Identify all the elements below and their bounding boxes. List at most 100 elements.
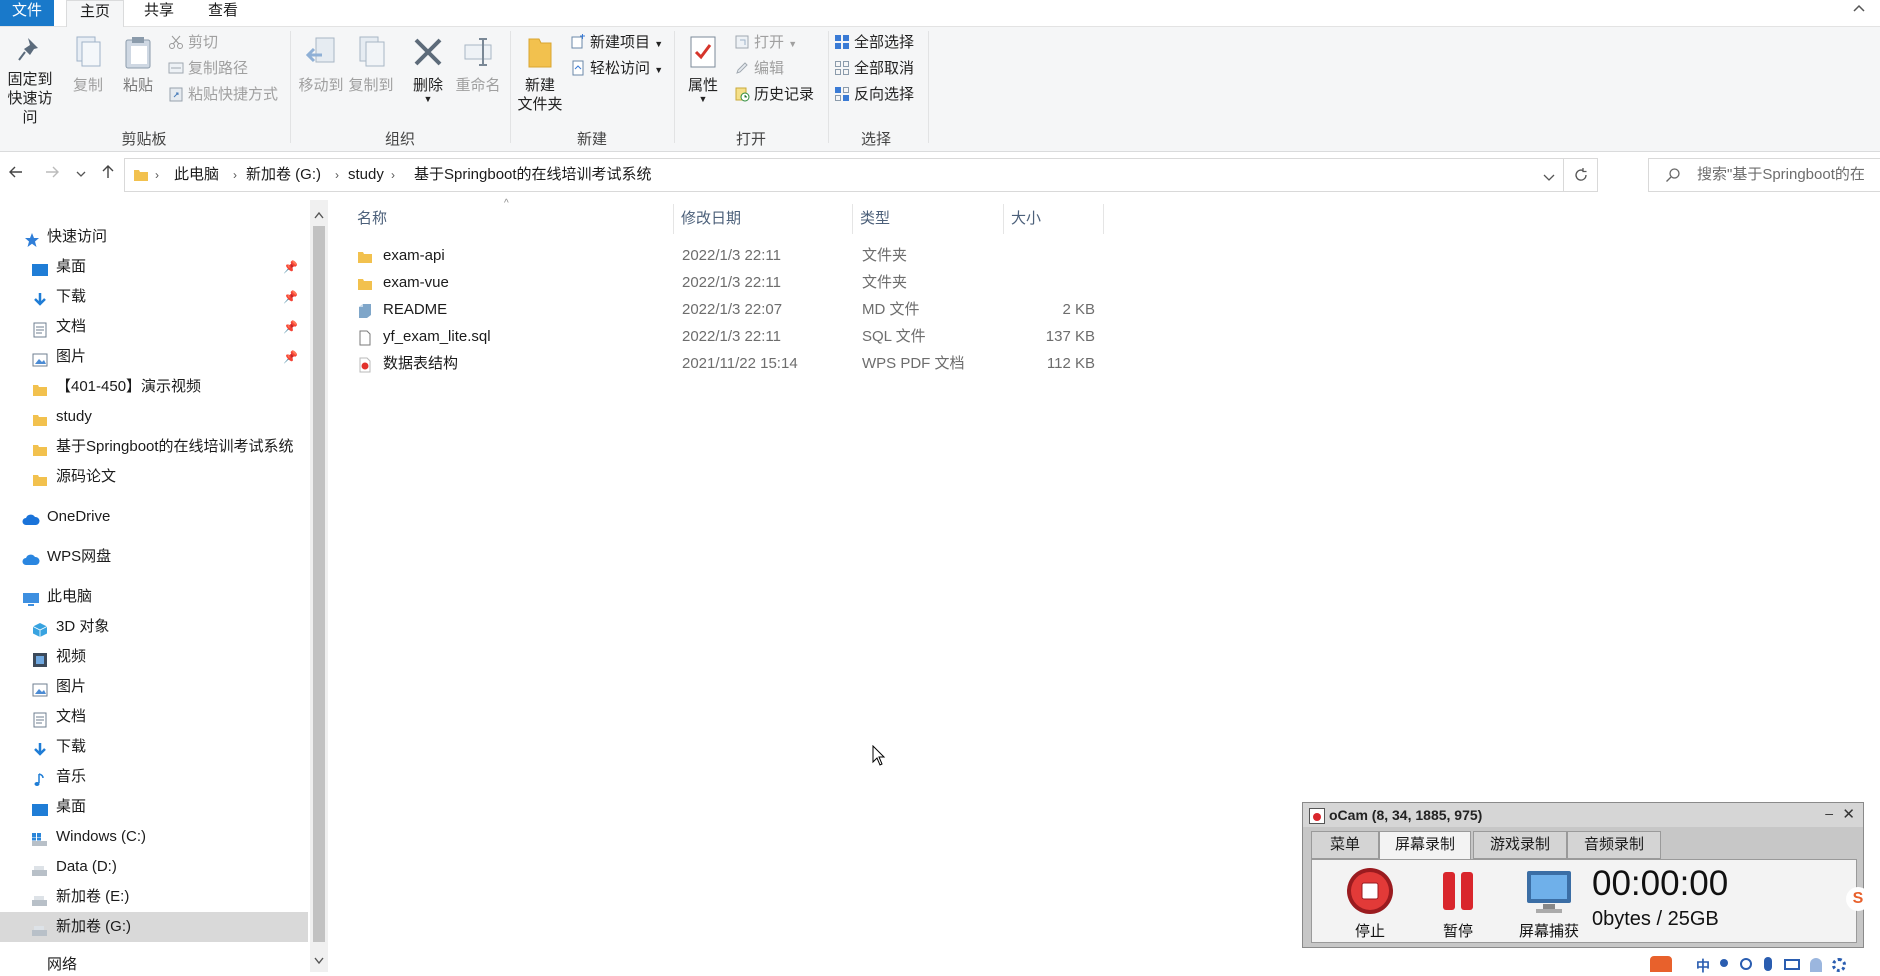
easy-access-button[interactable]: 轻松访问 ▼ (570, 58, 663, 80)
tab-file[interactable]: 文件 (0, 0, 54, 26)
column-divider[interactable] (1003, 204, 1004, 234)
copy-path-button[interactable]: 复制路径 (168, 58, 248, 80)
column-header-type[interactable]: 类型 (860, 208, 890, 230)
keyboard-icon[interactable] (1784, 959, 1800, 970)
history-button[interactable]: 历史记录 (734, 84, 814, 106)
tab-share[interactable]: 共享 (134, 0, 184, 26)
breadcrumb-drive-g[interactable]: 新加卷 (G:) (246, 159, 321, 191)
edit-button[interactable]: 编辑 (734, 58, 784, 80)
file-row[interactable]: yf_exam_lite.sql 2022/1/3 22:11 SQL 文件 1… (352, 323, 1102, 350)
scroll-down-icon[interactable] (314, 952, 324, 969)
pause-button[interactable]: 暂停 (1428, 866, 1488, 941)
copy-to-button[interactable]: 复制到 (346, 35, 396, 95)
nav-documents[interactable]: 文档 (0, 702, 308, 732)
settings-gear-icon[interactable] (1832, 958, 1846, 972)
nav-pictures[interactable]: 图片 (0, 672, 308, 702)
column-header-size[interactable]: 大小 (1011, 208, 1041, 230)
close-icon[interactable]: ✕ (1842, 805, 1855, 823)
breadcrumb-current-folder[interactable]: 基于Springboot的在线培训考试系统 (414, 159, 652, 191)
select-none-button[interactable]: 全部取消 (834, 58, 914, 80)
recent-locations-button[interactable] (74, 164, 88, 186)
scroll-up-icon[interactable] (314, 206, 324, 223)
ocam-tab-game-record[interactable]: 游戏录制 (1473, 831, 1567, 859)
cut-button[interactable]: 剪切 (168, 32, 218, 54)
minimize-icon[interactable]: – (1825, 805, 1833, 821)
pin-icon[interactable]: 📌 (283, 282, 298, 312)
nav-folder-demo-videos[interactable]: 【401-450】演示视频 (0, 372, 308, 402)
nav-quick-pictures[interactable]: 图片 📌 (0, 342, 308, 372)
paste-button[interactable]: 粘贴 (118, 35, 158, 95)
move-to-button[interactable]: 移动到 (296, 35, 346, 95)
tab-home[interactable]: 主页 (66, 0, 124, 27)
copy-button[interactable]: 复制 (68, 35, 108, 95)
nav-downloads[interactable]: 下载 (0, 732, 308, 762)
nav-wps-drive[interactable]: WPS网盘 (0, 542, 308, 572)
nav-drive-c[interactable]: Windows (C:) (0, 822, 308, 852)
ime-floating-icon[interactable]: S (1846, 887, 1870, 911)
nav-onedrive[interactable]: OneDrive (0, 502, 308, 532)
paste-shortcut-button[interactable]: 粘贴快捷方式 (168, 84, 278, 106)
ocam-tab-audio-record[interactable]: 音频录制 (1567, 831, 1661, 859)
nav-drive-e[interactable]: 新加卷 (E:) (0, 882, 308, 912)
pin-icon[interactable]: 📌 (283, 312, 298, 342)
screen-capture-button[interactable]: 屏幕捕获 (1514, 866, 1584, 941)
column-header-name[interactable]: 名称 (357, 208, 387, 230)
breadcrumb-this-pc[interactable]: 此电脑 (174, 159, 219, 191)
column-divider[interactable] (852, 204, 853, 234)
column-divider[interactable] (1103, 204, 1104, 234)
nav-quick-documents[interactable]: 文档 📌 (0, 312, 308, 342)
back-button[interactable] (6, 164, 26, 186)
invert-selection-button[interactable]: 反向选择 (834, 84, 914, 106)
sogou-logo-icon[interactable] (1650, 956, 1672, 972)
nav-videos[interactable]: 视频 (0, 642, 308, 672)
file-row[interactable]: README 2022/1/3 22:07 MD 文件 2 KB (352, 296, 1102, 323)
delete-dropdown-icon[interactable]: ▼ (406, 95, 450, 104)
ocam-tab-menu[interactable]: 菜单 (1311, 831, 1379, 859)
pin-icon[interactable]: 📌 (283, 252, 298, 282)
nav-desktop[interactable]: 桌面 (0, 792, 308, 822)
nav-drive-d[interactable]: Data (D:) (0, 852, 308, 882)
nav-quick-downloads[interactable]: 下载 📌 (0, 282, 308, 312)
scroll-thumb[interactable] (313, 226, 325, 942)
nav-drive-g[interactable]: 新加卷 (G:) (0, 912, 308, 942)
search-box[interactable]: 搜索"基于Springboot的在 (1648, 158, 1880, 192)
nav-quick-desktop[interactable]: 桌面 📌 (0, 252, 308, 282)
nav-music[interactable]: 音乐 (0, 762, 308, 792)
file-row[interactable]: exam-vue 2022/1/3 22:11 文件夹 (352, 269, 1102, 296)
properties-dropdown-icon[interactable]: ▼ (680, 95, 726, 104)
stop-button[interactable]: 停止 (1340, 866, 1400, 941)
nav-network[interactable]: 网络 (0, 952, 308, 972)
nav-this-pc[interactable]: 此电脑 (0, 582, 308, 612)
emoji-icon[interactable] (1740, 958, 1752, 970)
nav-folder-study[interactable]: study (0, 402, 308, 432)
address-bar[interactable]: › 此电脑 › 新加卷 (G:) › study › 基于Springboot的… (124, 158, 1598, 192)
pin-icon[interactable]: 📌 (283, 342, 298, 372)
tab-view[interactable]: 查看 (198, 0, 248, 26)
nav-quick-access[interactable]: 快速访问 (0, 222, 308, 252)
nav-3d-objects[interactable]: 3D 对象 (0, 612, 308, 642)
nav-scrollbar[interactable] (310, 200, 328, 972)
up-button[interactable] (98, 164, 118, 186)
punctuation-icon[interactable] (1720, 959, 1728, 967)
pin-quick-access-button[interactable]: 固定到 快速访问 (2, 35, 58, 127)
new-item-button[interactable]: 新建项目 ▼ (570, 32, 663, 54)
address-history-dropdown[interactable] (1543, 170, 1555, 187)
file-row[interactable]: 数据表结构 2021/11/22 15:14 WPS PDF 文档 112 KB (352, 350, 1102, 377)
refresh-button[interactable] (1573, 167, 1589, 187)
ocam-tab-screen-record[interactable]: 屏幕录制 (1379, 831, 1471, 860)
column-divider[interactable] (673, 204, 674, 234)
column-header-date[interactable]: 修改日期 (681, 208, 741, 230)
open-button[interactable]: 打开 ▼ (734, 32, 797, 54)
microphone-icon[interactable] (1764, 957, 1772, 971)
nav-folder-source-papers[interactable]: 源码论文 (0, 462, 308, 492)
select-all-button[interactable]: 全部选择 (834, 32, 914, 54)
forward-button[interactable] (42, 164, 62, 186)
file-row[interactable]: exam-api 2022/1/3 22:11 文件夹 (352, 242, 1102, 269)
rename-button[interactable]: 重命名 (452, 35, 504, 95)
nav-folder-exam-system[interactable]: 基于Springboot的在线培训考试系统 (0, 432, 308, 462)
collapse-ribbon-icon[interactable] (1852, 2, 1866, 21)
delete-button[interactable]: 删除 ▼ (406, 35, 450, 104)
properties-button[interactable]: 属性 ▼ (680, 35, 726, 104)
ime-mode-label[interactable]: 中 (1696, 956, 1710, 976)
user-icon[interactable] (1810, 958, 1822, 972)
